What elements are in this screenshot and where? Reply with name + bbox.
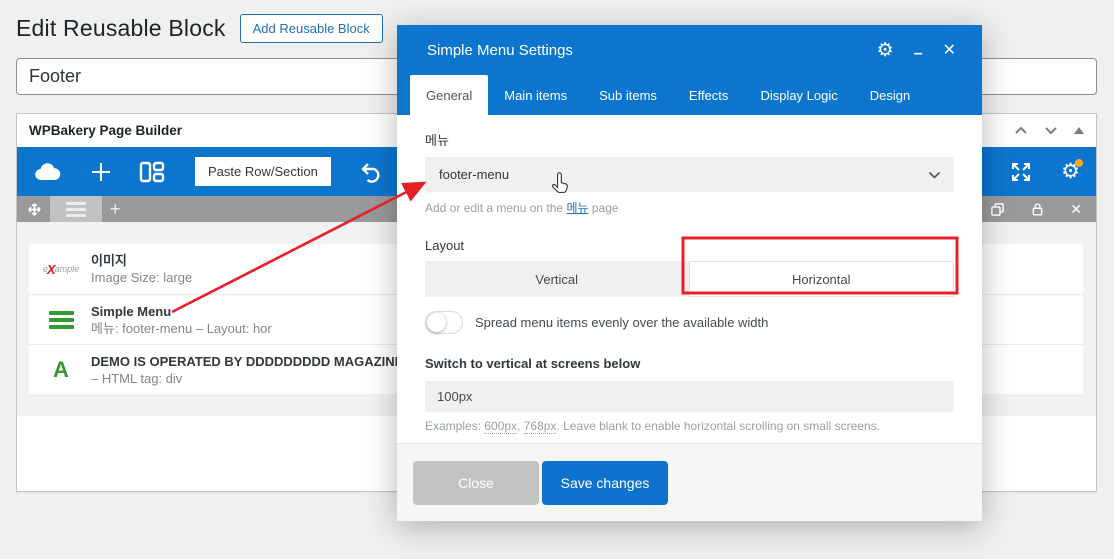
layout-button-group: Vertical Horizontal [425,261,954,297]
green-hamburger-icon [48,310,74,315]
layout-field-label: Layout [425,238,465,253]
switch-field-help: Examples: 600px, 768px. Leave blank to e… [425,419,954,434]
chevron-down-icon [928,171,941,179]
help-text: page [588,201,619,215]
switch-field-label: Switch to vertical at screens below [425,356,641,371]
menu-page-link[interactable]: 메뉴 [566,201,588,215]
spread-toggle-label: Spread menu items evenly over the availa… [475,315,769,330]
menu-icon [43,310,79,329]
row-layout-icon[interactable] [50,196,102,222]
image-thumbnail: e Xample [43,258,79,280]
switch-width-input[interactable] [425,381,954,412]
modal-header[interactable]: Simple Menu Settings ⚙ – ✕ [397,25,982,75]
element-subtitle: – HTML tag: div [91,370,183,386]
example-768px: 768px [523,419,557,434]
minimize-icon[interactable]: – [914,42,923,62]
add-reusable-block-button[interactable]: Add Reusable Block [239,14,383,43]
tab-sub-items[interactable]: Sub items [583,75,673,115]
layout-option-vertical[interactable]: Vertical [425,261,689,297]
menu-field-help: Add or edit a menu on the 메뉴 page [425,199,954,216]
help-text: Add or edit a menu on the [425,201,567,215]
menu-select[interactable]: footer-menu [425,157,954,192]
collapse-panel-icon[interactable] [1074,127,1084,134]
close-button[interactable]: Close [413,460,539,505]
help-text: Examples: [425,419,485,433]
add-element-icon[interactable] [89,160,113,184]
wpbakery-panel-title: WPBakery Page Builder [29,123,183,138]
cloud-templates-icon[interactable] [33,161,63,183]
layout-option-horizontal[interactable]: Horizontal [688,261,954,297]
move-up-icon[interactable] [1014,126,1028,135]
help-text: , [517,419,524,433]
text-block-icon: A [43,356,79,382]
tab-design[interactable]: Design [854,75,926,115]
page-title: Edit Reusable Block [16,15,226,41]
paste-row-section-button[interactable]: Paste Row/Section [195,157,331,186]
modal-tab-bar: General Main items Sub items Effects Dis… [397,75,982,115]
fullscreen-icon[interactable] [1009,160,1033,184]
close-icon[interactable]: ✕ [943,40,956,60]
tab-main-items[interactable]: Main items [488,75,583,115]
spread-toggle-switch[interactable] [425,311,463,334]
spread-toggle-row: Spread menu items evenly over the availa… [425,311,954,334]
menu-field-label: 메뉴 [425,133,449,148]
add-column-icon[interactable]: + [110,200,121,218]
modal-body: 메뉴 footer-menu Add or edit a menu on the… [397,115,982,443]
letter-a-icon: A [53,356,69,382]
save-changes-button[interactable]: Save changes [542,460,668,505]
simple-menu-settings-modal: Simple Menu Settings ⚙ – ✕ General Main … [397,25,982,521]
tab-display-logic[interactable]: Display Logic [744,75,853,115]
tab-effects[interactable]: Effects [673,75,745,115]
lock-icon[interactable] [1031,202,1044,217]
tab-general[interactable]: General [410,75,489,115]
notification-dot [1075,159,1083,167]
modal-gear-icon[interactable]: ⚙ [877,41,894,60]
move-down-icon[interactable] [1044,126,1058,135]
undo-icon[interactable] [357,160,383,184]
hamburger-icon [66,201,86,205]
example-600px: 600px [484,419,518,434]
element-title: 이미지 [91,253,127,268]
page-header: Edit Reusable Block Add Reusable Block [16,14,383,43]
element-subtitle: Image Size: large [91,270,193,285]
settings-gear-icon[interactable]: ⚙ [1061,159,1083,182]
modal-footer: Close Save changes [397,443,982,521]
element-title: DEMO IS OPERATED BY DDDDDDDDD MAGAZINE [91,353,404,369]
help-text: . Leave blank to enable horizontal scrol… [556,419,880,433]
delete-row-icon[interactable]: ✕ [1070,201,1082,218]
element-title: Simple Menu [91,303,172,319]
element-subtitle: 메뉴: footer-menu – Layout: hor [91,320,272,336]
toggle-knob [427,313,446,332]
modal-title: Simple Menu Settings [427,41,573,59]
clone-row-icon[interactable] [990,202,1005,217]
thumb-text: ample [54,264,79,274]
menu-select-value: footer-menu [439,167,510,182]
templates-icon[interactable] [139,161,165,183]
move-row-icon[interactable] [27,202,42,217]
